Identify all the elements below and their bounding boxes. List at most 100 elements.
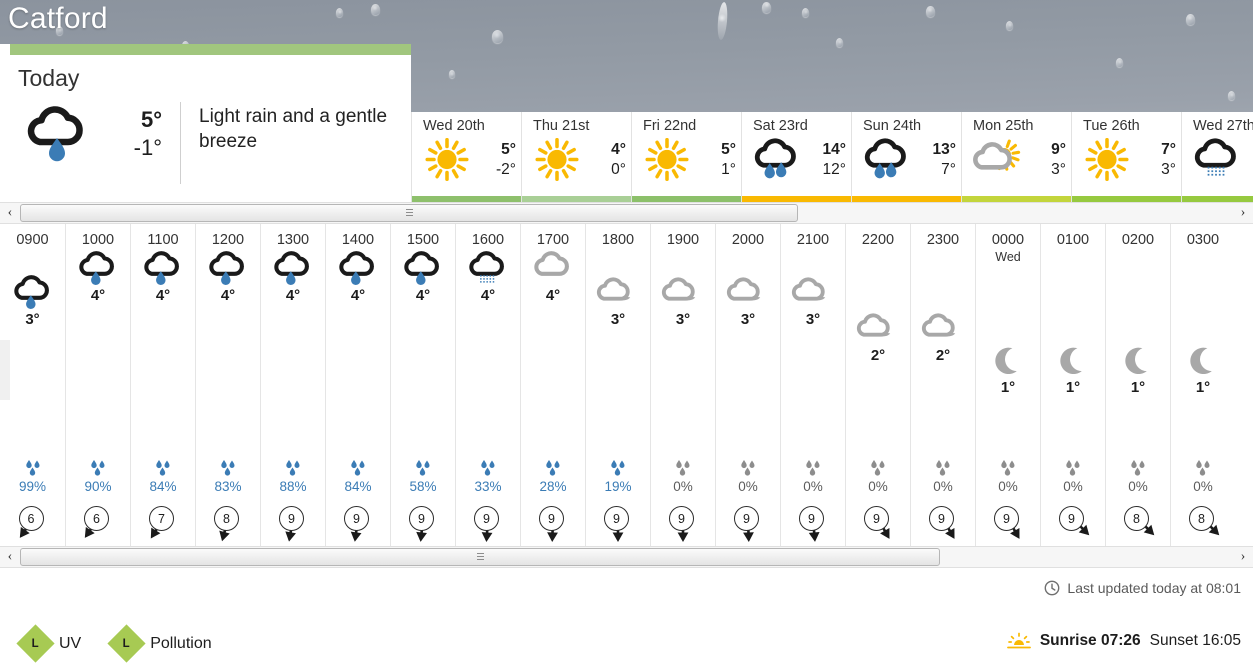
hourly-time-label: 1200	[211, 232, 245, 248]
daily-forecast-scrollbar[interactable]: ‹ ›	[0, 202, 1253, 224]
scroll-left-arrow-icon[interactable]: ‹	[0, 202, 20, 224]
hourly-forecast-card[interactable]: 1200 4° 83% 8	[195, 224, 260, 546]
scroll-left-arrow-icon[interactable]: ‹	[0, 546, 20, 568]
hourly-temperature: 4°	[155, 287, 171, 304]
hourly-temperature: 4°	[220, 287, 236, 304]
daily-forecast-card[interactable]: Wed 20th 5° -2°	[411, 112, 521, 204]
hourly-forecast-card[interactable]: 0000 Wed 1° 0% 9	[975, 224, 1040, 546]
sunny-icon	[530, 138, 584, 181]
hourly-forecast-card[interactable]: 0100 1° 0% 9	[1040, 224, 1105, 546]
daily-forecast-card[interactable]: Wed 27th 5°3°	[1181, 112, 1253, 204]
precipitation-chance: 33%	[474, 479, 502, 494]
index-level-text: L	[31, 637, 40, 650]
scrollbar-track[interactable]	[20, 546, 1233, 568]
daily-day-name: Thu	[533, 118, 558, 134]
hourly-wind: 9	[651, 506, 715, 544]
hourly-wind: 9	[326, 506, 390, 544]
last-updated: Last updated today at 08:01	[1044, 580, 1241, 596]
hourly-forecast-card[interactable]: 2300 2° 0% 9	[910, 224, 975, 546]
hourly-temperature: 3°	[675, 311, 691, 328]
last-updated-text: Last updated today at 08:01	[1067, 580, 1241, 596]
daily-forecast-card[interactable]: Thu 21st 4° 0°	[521, 112, 631, 204]
hourly-precipitation: 0%	[976, 449, 1040, 494]
partly-cloudy-night-icon	[586, 276, 650, 310]
hourly-precipitation: 88%	[261, 449, 325, 494]
hourly-temperature: 1°	[1130, 379, 1146, 396]
hourly-forecast-card[interactable]: 2200 2° 0% 9	[845, 224, 910, 546]
precipitation-chance: 0%	[868, 479, 888, 494]
hourly-forecast-card[interactable]: 1500 4° 58% 9	[390, 224, 455, 546]
wind-badge: 9	[858, 506, 898, 544]
hourly-forecast-card[interactable]: 0300 1° 0% 8	[1170, 224, 1235, 546]
hourly-precipitation: 0%	[1171, 449, 1235, 494]
wind-badge: 9	[988, 506, 1028, 544]
hourly-wind: 9	[911, 506, 975, 544]
hourly-wind: 8	[196, 506, 260, 544]
hourly-forecast-card[interactable]: 0200 1° 0% 8	[1105, 224, 1170, 546]
daily-date-label: Fri 22nd	[632, 118, 741, 134]
daily-forecast-card[interactable]: Tue 26th 7° 3°	[1071, 112, 1181, 204]
hourly-temperature: 4°	[545, 287, 561, 304]
daily-forecast-card[interactable]: Sun 24th 13° 7°	[851, 112, 961, 204]
light-rain-icon	[18, 98, 101, 164]
precipitation-chance: 0%	[933, 479, 953, 494]
divider	[180, 102, 181, 184]
scrollbar-thumb[interactable]	[20, 548, 940, 566]
wind-badge: 9	[793, 506, 833, 544]
hourly-temperature: 3°	[805, 311, 821, 328]
hourly-forecast-card[interactable]: 2000 3° 0% 9	[715, 224, 780, 546]
hourly-forecast-row[interactable]: 0900 3° 99% 6 1000 4° 90% 6 1100 4° 84% 7 1200 4° 83% 8…	[0, 224, 1253, 546]
rain-drop	[802, 8, 809, 17]
wind-speed-value: 8	[214, 506, 239, 531]
hourly-precipitation: 99%	[0, 449, 65, 494]
drizzle-icon	[1190, 138, 1244, 181]
daily-forecast-strip[interactable]: Wed 20th 5° -2° Thu 21st 4° 0° Fri 22nd 5° 1° Sat…	[411, 112, 1253, 204]
daily-day-name: Sun	[863, 118, 889, 134]
wind-badge: 9	[338, 506, 378, 544]
hourly-forecast-card[interactable]: 1600 4° 33% 9	[455, 224, 520, 546]
scroll-right-arrow-icon[interactable]: ›	[1233, 546, 1253, 568]
hourly-forecast-card[interactable]: 1300 4° 88% 9	[260, 224, 325, 546]
scrollbar-thumb[interactable]	[20, 204, 798, 222]
wind-badge: 9	[403, 506, 443, 544]
hourly-forecast-card[interactable]: 1700 4° 28% 9	[520, 224, 585, 546]
sunrise-label: Sunrise 07:26	[1039, 632, 1141, 649]
hourly-wind: 9	[716, 506, 780, 544]
scrollbar-track[interactable]	[20, 202, 1233, 224]
precipitation-drops-icon	[976, 449, 1040, 477]
wind-badge: 9	[273, 506, 313, 544]
legend-item[interactable]: L UV	[16, 624, 81, 663]
rain-drop	[336, 8, 343, 17]
daily-day-date: 20th	[456, 118, 485, 134]
hourly-time-label: 2100	[796, 232, 830, 248]
hourly-wind: 6	[66, 506, 130, 544]
legend-item[interactable]: L Pollution	[107, 624, 212, 663]
hourly-forecast-card[interactable]: 2100 3° 0% 9	[780, 224, 845, 546]
hourly-time-label: 0100	[1056, 232, 1090, 248]
grip-icon	[476, 552, 484, 562]
scroll-right-arrow-icon[interactable]: ›	[1233, 202, 1253, 224]
hourly-forecast-card[interactable]: 1400 4° 84% 9	[325, 224, 390, 546]
hourly-forecast-card[interactable]: 1100 4° 84% 7	[130, 224, 195, 546]
wind-speed-value: 9	[344, 506, 369, 531]
hourly-forecast-card[interactable]: 1800 3° 19% 9	[585, 224, 650, 546]
daily-date-label: Sat 23rd	[742, 118, 851, 134]
daily-forecast-card[interactable]: Fri 22nd 5° 1°	[631, 112, 741, 204]
precipitation-drops-icon	[66, 449, 130, 477]
today-summary-panel: Today 5° -1° Light rain and a gentle bre…	[0, 44, 411, 204]
daily-forecast-card[interactable]: Sat 23rd 14° 12°	[741, 112, 851, 204]
wind-speed-value: 6	[84, 506, 109, 531]
index-legend: L UV L Pollution	[16, 624, 212, 663]
hourly-time-label: 1400	[341, 232, 375, 248]
wind-speed-value: 9	[1059, 506, 1084, 531]
rain-drop	[1116, 58, 1123, 67]
hourly-forecast-card[interactable]: 1900 3° 0% 9	[650, 224, 715, 546]
today-high-temp: 5°	[140, 107, 163, 132]
sunny-icon	[420, 138, 474, 181]
daily-forecast-card[interactable]: Mon 25th 9° 3°	[961, 112, 1071, 204]
sunny-intervals-icon	[970, 138, 1024, 181]
wind-badge: 9	[533, 506, 573, 544]
hourly-forecast-card[interactable]: 1000 4° 90% 6	[65, 224, 130, 546]
sunny-icon	[1080, 138, 1134, 181]
hourly-forecast-scrollbar[interactable]: ‹ ›	[0, 546, 1253, 568]
